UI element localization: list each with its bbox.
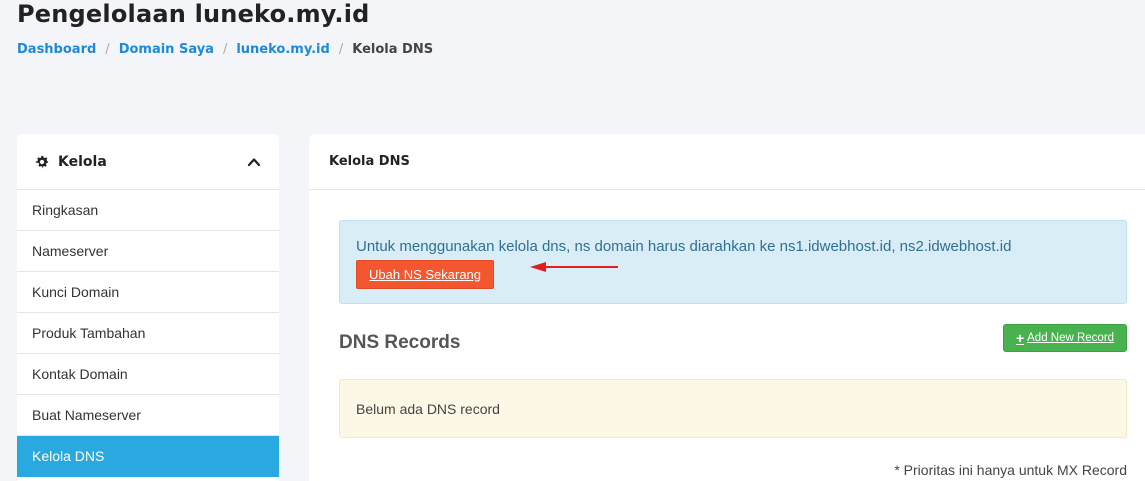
add-new-record-button[interactable]: + Add New Record xyxy=(1003,324,1127,352)
add-new-record-label: Add New Record xyxy=(1027,332,1115,344)
empty-records-alert: Belum ada DNS record xyxy=(339,379,1127,438)
dns-records-title: DNS Records xyxy=(339,332,461,353)
sidebar-item-label: Nameserver xyxy=(32,243,109,259)
breadcrumb-domain[interactable]: luneko.my.id xyxy=(236,42,329,57)
sidebar-item-ringkasan[interactable]: Ringkasan xyxy=(17,190,279,231)
main-panel: Kelola DNS Untuk menggunakan kelola dns,… xyxy=(309,134,1145,481)
ubah-ns-button[interactable]: Ubah NS Sekarang xyxy=(356,260,495,289)
breadcrumb-separator: / xyxy=(222,42,228,57)
sidebar-item-label: Produk Tambahan xyxy=(32,325,146,341)
page-title: Pengelolaan luneko.my.id xyxy=(17,0,370,28)
sidebar-item-label: Kontak Domain xyxy=(32,366,128,382)
sidebar-header-label: Kelola xyxy=(58,153,107,170)
breadcrumb-separator: / xyxy=(338,42,344,57)
gear-icon xyxy=(35,155,49,168)
breadcrumb-separator: / xyxy=(105,42,110,57)
main-header: Kelola DNS xyxy=(309,134,1145,190)
sidebar-item-label: Kelola DNS xyxy=(32,448,105,464)
sidebar-item-kunci-domain[interactable]: Kunci Domain xyxy=(17,272,279,313)
sidebar: Kelola Ringkasan Nameserver Kunci Domain… xyxy=(17,134,279,481)
breadcrumb-domain-saya[interactable]: Domain Saya xyxy=(119,42,214,57)
mx-priority-note: * Prioritas ini hanya untuk MX Record xyxy=(894,462,1127,478)
breadcrumb: Dashboard / Domain Saya / luneko.my.id /… xyxy=(17,42,433,57)
ns-info-message: Untuk menggunakan kelola dns, ns domain … xyxy=(356,238,1012,255)
sidebar-item-nameserver[interactable]: Nameserver xyxy=(17,231,279,272)
sidebar-item-kontak-domain[interactable]: Kontak Domain xyxy=(17,354,279,395)
red-arrow-icon xyxy=(530,262,618,272)
breadcrumb-dashboard[interactable]: Dashboard xyxy=(17,42,96,57)
sidebar-item-kelola-dns[interactable]: Kelola DNS xyxy=(17,436,279,477)
sidebar-item-produk-tambahan[interactable]: Produk Tambahan xyxy=(17,313,279,354)
ns-info-alert: Untuk menggunakan kelola dns, ns domain … xyxy=(339,220,1127,304)
sidebar-item-buat-nameserver[interactable]: Buat Nameserver xyxy=(17,395,279,436)
sidebar-header[interactable]: Kelola xyxy=(17,134,279,190)
sidebar-item-label: Ringkasan xyxy=(32,202,99,218)
plus-icon: + xyxy=(1015,330,1025,346)
breadcrumb-current: Kelola DNS xyxy=(352,42,434,57)
chevron-up-icon[interactable] xyxy=(247,155,261,169)
sidebar-item-label: Kunci Domain xyxy=(32,284,120,300)
sidebar-item-label: Buat Nameserver xyxy=(32,407,141,423)
